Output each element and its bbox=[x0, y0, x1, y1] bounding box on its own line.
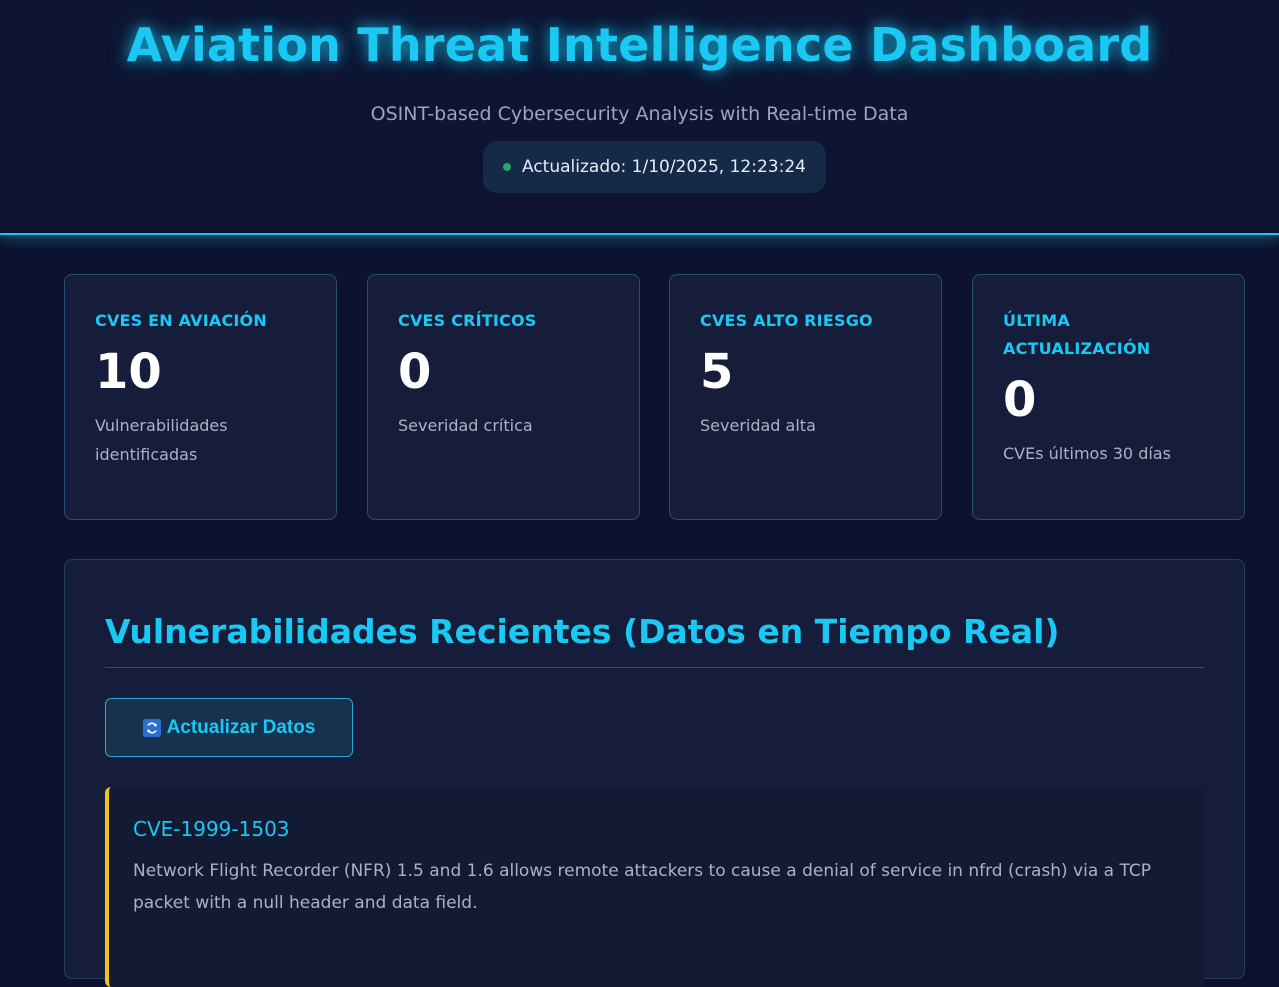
stat-label: CVES ALTO RIESGO bbox=[700, 311, 873, 330]
stat-description: Severidad alta bbox=[700, 416, 816, 435]
refresh-icon bbox=[142, 718, 161, 737]
section-title: Vulnerabilidades Recientes (Datos en Tie… bbox=[105, 612, 1060, 651]
stat-label: CVES EN AVIACIÓN bbox=[95, 311, 267, 330]
stat-value: 5 bbox=[700, 344, 734, 400]
cve-description: Network Flight Recorder (NFR) 1.5 and 1.… bbox=[133, 861, 1151, 913]
stat-value: 10 bbox=[95, 344, 162, 400]
last-updated-badge: Actualizado: 1/10/2025, 12:23:24 bbox=[483, 141, 826, 193]
stat-description: CVEs últimos 30 días bbox=[1003, 444, 1171, 463]
status-dot-icon bbox=[503, 163, 511, 171]
dashboard-header: Aviation Threat Intelligence Dashboard O… bbox=[0, 0, 1279, 235]
page-subtitle: OSINT-based Cybersecurity Analysis with … bbox=[370, 103, 909, 125]
stat-label: CVES CRÍTICOS bbox=[398, 311, 537, 330]
stat-description: Severidad crítica bbox=[398, 416, 533, 435]
last-updated-text: Actualizado: 1/10/2025, 12:23:24 bbox=[522, 157, 806, 177]
stat-card-high-risk-cves: CVES ALTO RIESGO 5 Severidad alta bbox=[669, 274, 942, 520]
stat-value: 0 bbox=[1003, 372, 1037, 428]
vulnerability-card: CVE-1999-1503 Network Flight Recorder (N… bbox=[105, 787, 1204, 987]
section-divider bbox=[105, 667, 1204, 668]
refresh-arrows-svg bbox=[146, 722, 157, 733]
stat-card-last-update: ÚLTIMA ACTUALIZACIÓN 0 CVEs últimos 30 d… bbox=[972, 274, 1245, 520]
stat-card-aviation-cves: CVES EN AVIACIÓN 10 Vulnerabilidades ide… bbox=[64, 274, 337, 520]
page-title: Aviation Threat Intelligence Dashboard bbox=[126, 18, 1153, 72]
stat-label: ÚLTIMA ACTUALIZACIÓN bbox=[1003, 311, 1151, 358]
refresh-data-button[interactable]: Actualizar Datos bbox=[105, 698, 353, 757]
recent-vulnerabilities-panel: Vulnerabilidades Recientes (Datos en Tie… bbox=[64, 559, 1245, 987]
refresh-button-label: Actualizar Datos bbox=[166, 716, 316, 738]
stat-description: Vulnerabilidades identificadas bbox=[95, 416, 228, 464]
stat-value: 0 bbox=[398, 344, 432, 400]
stat-card-critical-cves: CVES CRÍTICOS 0 Severidad crítica bbox=[367, 274, 640, 520]
cve-id: CVE-1999-1503 bbox=[133, 817, 290, 841]
